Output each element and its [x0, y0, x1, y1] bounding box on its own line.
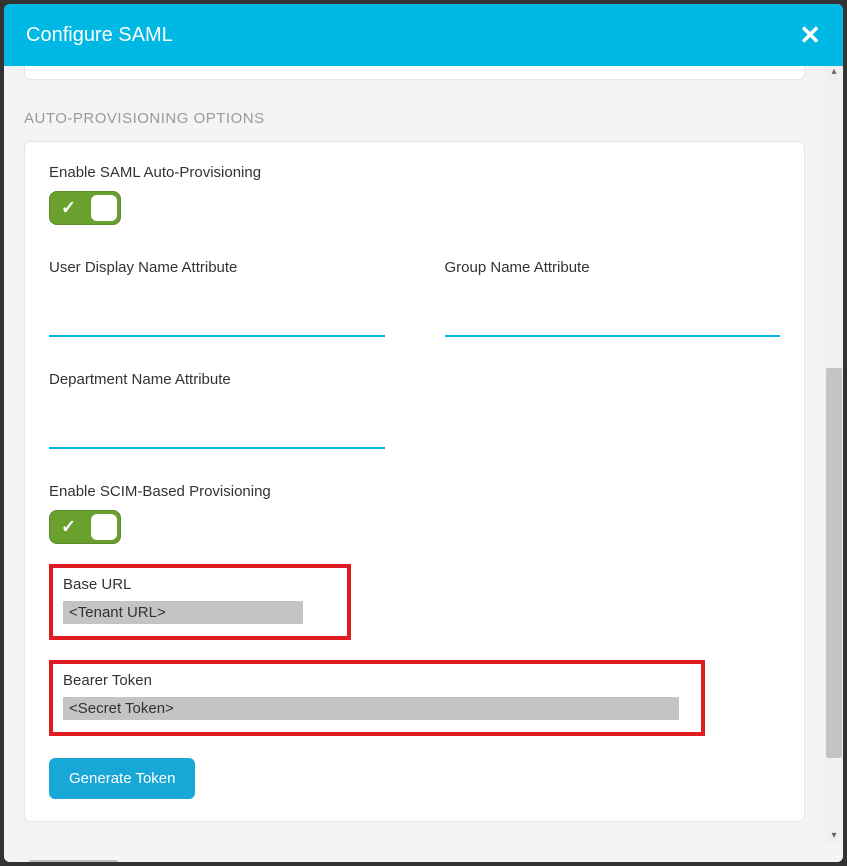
group-name-col: Group Name Attribute	[445, 259, 781, 337]
user-display-label: User Display Name Attribute	[49, 259, 385, 276]
check-icon: ✓	[61, 517, 76, 538]
generate-token-button[interactable]: Generate Token	[49, 758, 195, 799]
check-icon: ✓	[61, 198, 76, 219]
department-label: Department Name Attribute	[49, 371, 385, 388]
department-col: Department Name Attribute	[49, 371, 385, 449]
toggle-knob	[91, 195, 117, 221]
enable-scim-label: Enable SCIM-Based Provisioning	[49, 483, 780, 500]
toggle-knob	[91, 514, 117, 540]
vertical-scrollbar[interactable]: ▴ ▾	[825, 66, 843, 842]
modal-body-wrap: AUTO-PROVISIONING OPTIONS Enable SAML Au…	[4, 66, 843, 842]
bearer-token-highlight: Bearer Token	[49, 660, 705, 736]
modal-body: AUTO-PROVISIONING OPTIONS Enable SAML Au…	[4, 66, 825, 842]
auto-provisioning-card: Enable SAML Auto-Provisioning ✓ User Dis…	[24, 141, 805, 822]
scroll-up-arrow-icon[interactable]: ▴	[831, 66, 836, 78]
bearer-token-field[interactable]	[63, 697, 679, 720]
enable-scim-toggle[interactable]: ✓	[49, 510, 121, 544]
modal-footer: Save Cancel	[4, 842, 843, 862]
group-name-label: Group Name Attribute	[445, 259, 781, 276]
configure-saml-modal: Configure SAML ✕ AUTO-PROVISIONING OPTIO…	[4, 4, 843, 862]
base-url-label: Base URL	[63, 576, 337, 593]
group-name-input[interactable]	[445, 306, 781, 337]
enable-saml-label: Enable SAML Auto-Provisioning	[49, 164, 780, 181]
department-input[interactable]	[49, 418, 385, 449]
empty-col	[445, 371, 781, 449]
scroll-down-arrow-icon[interactable]: ▾	[831, 830, 836, 842]
scim-block: Enable SCIM-Based Provisioning ✓	[49, 483, 780, 544]
attribute-row-2: Department Name Attribute	[49, 371, 780, 449]
base-url-field[interactable]	[63, 601, 303, 624]
section-heading: AUTO-PROVISIONING OPTIONS	[24, 110, 805, 127]
attribute-row-1: User Display Name Attribute Group Name A…	[49, 259, 780, 337]
close-icon[interactable]: ✕	[799, 22, 821, 48]
user-display-input[interactable]	[49, 306, 385, 337]
scrollbar-thumb[interactable]	[826, 368, 842, 758]
previous-section-edge	[24, 66, 805, 80]
scrollbar-track[interactable]	[825, 78, 843, 830]
base-url-highlight: Base URL	[49, 564, 351, 640]
enable-saml-toggle[interactable]: ✓	[49, 191, 121, 225]
bearer-token-label: Bearer Token	[63, 672, 691, 689]
modal-title: Configure SAML	[26, 24, 173, 47]
save-button[interactable]: Save	[28, 860, 119, 862]
modal-header: Configure SAML ✕	[4, 4, 843, 66]
user-display-col: User Display Name Attribute	[49, 259, 385, 337]
